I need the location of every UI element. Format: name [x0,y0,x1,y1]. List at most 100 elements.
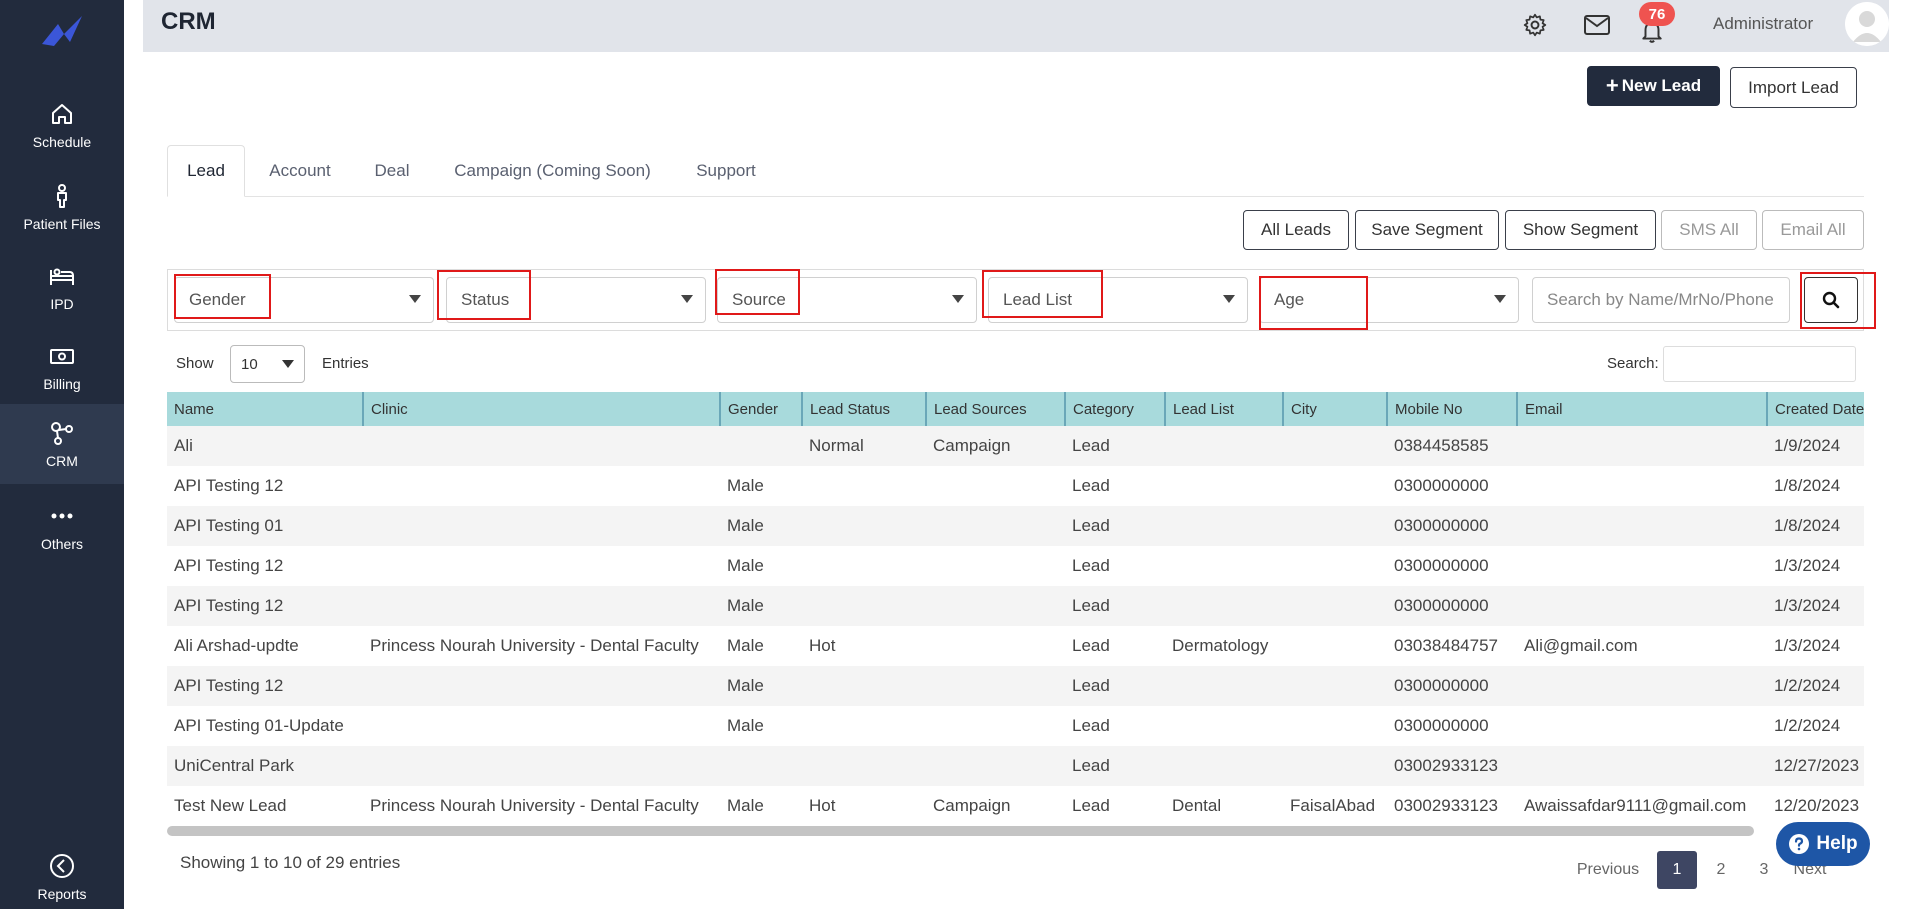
sidebar-item-patient-files[interactable]: Patient Files [0,168,124,246]
tab-deal[interactable]: Deal [357,145,427,197]
table-cell [1283,466,1387,506]
user-name[interactable]: Administrator [1713,14,1813,34]
table-cell: Lead [1072,796,1110,815]
column-header[interactable]: Lead Status [801,392,926,426]
pagination-page-3[interactable]: 3 [1748,851,1780,889]
table-cell: Princess Nourah University - Dental Facu… [370,796,699,815]
table-row[interactable]: Test New Lead Princess Nourah University … [167,786,1864,820]
page-scrollbar[interactable] [1889,0,1919,909]
table-cell [1165,506,1283,546]
table-row[interactable]: API Testing 01 Male Lead 0300000000 1/8/2024 [167,506,1864,546]
table-cell [720,746,802,786]
table-row[interactable]: Ali Normal Campaign Lead 0384458585 1/9/2024 [167,426,1864,466]
tab-campaign[interactable]: Campaign (Coming Soon) [440,145,665,197]
more-dots-icon [51,513,73,519]
gender-select[interactable]: Gender [174,277,434,323]
all-leads-button[interactable]: All Leads [1243,210,1349,250]
table-cell [363,426,720,466]
sms-all-button[interactable]: SMS All [1661,210,1757,250]
table-cell [926,466,1065,506]
tab-lead[interactable]: Lead [167,145,245,197]
table-row[interactable]: API Testing 12 Male Lead 0300000000 1/2/2024 [167,666,1864,706]
lead-list-select[interactable]: Lead List [988,277,1248,323]
table-cell: API Testing 12 [174,476,284,495]
table-cell: Male [727,796,764,815]
table-cell: Lead [1065,746,1165,786]
money-icon [50,349,74,364]
column-header[interactable]: Gender [719,392,802,426]
sidebar-item-label: IPD [50,296,74,312]
table-row[interactable]: API Testing 12 Male Lead 0300000000 1/8/2024 [167,466,1864,506]
age-select[interactable]: Age [1259,277,1519,323]
crm-icon [51,422,73,445]
horizontal-scrollbar[interactable] [167,826,1754,836]
sidebar-item-crm[interactable]: CRM [0,404,124,484]
avatar[interactable] [1845,2,1889,46]
leads-table: Name Clinic Gender Lead Status Lead Sources C… [167,392,1864,820]
table-cell [1517,506,1767,546]
top-header: CRM 76 Administrator [143,0,1889,52]
column-header[interactable]: Name [167,392,363,426]
table-cell [1165,466,1283,506]
status-select[interactable]: Status [446,277,706,323]
entries-select[interactable]: 10 [230,345,305,383]
help-button[interactable]: Help [1776,822,1870,866]
table-cell: Awaissafdar9111@gmail.com [1524,796,1747,815]
table-cell: Male [720,586,802,626]
table-row[interactable]: Ali Arshad-updte Princess Nourah Universi… [167,626,1864,666]
search-input[interactable]: Search by Name/MrNo/Phone [1532,277,1790,323]
column-header[interactable]: Mobile No [1386,392,1517,426]
table-cell: API Testing 01 [167,506,363,546]
table-cell: API Testing 12 [167,586,363,626]
table-row[interactable]: UniCentral Park Lead 03002933123 12/27/2023 [167,746,1864,786]
table-cell: Lead [1072,716,1110,735]
table-search-input[interactable] [1663,346,1856,382]
tab-support[interactable]: Support [680,145,772,197]
email-all-button[interactable]: Email All [1762,210,1864,250]
sidebar-item-ipd[interactable]: IPD [0,248,124,326]
plus-icon: + [1605,73,1619,98]
new-lead-button[interactable]: + New Lead [1587,66,1720,106]
table-cell [1517,666,1767,706]
table-cell [802,506,926,546]
table-row[interactable]: API Testing 12 Male Lead 0300000000 1/3/2024 [167,586,1864,626]
table-row[interactable]: API Testing 12 Male Lead 0300000000 1/3/2024 [167,546,1864,586]
column-header[interactable]: Category [1064,392,1165,426]
settings-button[interactable] [1520,10,1550,40]
table-cell: 0300000000 [1387,666,1517,706]
sidebar-item-billing[interactable]: Billing [0,328,124,406]
column-header[interactable]: Created Date [1766,392,1864,426]
import-lead-button[interactable]: Import Lead [1730,67,1857,108]
column-header[interactable]: City [1282,392,1387,426]
help-label: Help [1816,833,1858,854]
table-cell: 1/2/2024 [1767,666,1864,706]
column-header[interactable]: Email [1516,392,1767,426]
search-button[interactable] [1804,277,1858,323]
table-cell [1165,666,1283,706]
sidebar-item-reports[interactable]: Reports [0,845,124,909]
pagination-page-2[interactable]: 2 [1705,851,1737,889]
tab-account[interactable]: Account [255,145,345,197]
messages-button[interactable] [1582,10,1612,40]
table-cell: 1/3/2024 [1774,636,1841,655]
source-select[interactable]: Source [717,277,977,323]
show-segment-button[interactable]: Show Segment [1505,210,1656,250]
app-logo-icon[interactable] [38,12,86,52]
table-cell [926,626,1065,666]
sidebar-item-schedule[interactable]: Schedule [0,86,124,164]
sidebar: Schedule Patient Files IPD Billing CRM O… [0,0,124,909]
column-header[interactable]: Clinic [362,392,720,426]
table-cell [1165,586,1283,626]
caret-down-icon [952,295,964,303]
column-header[interactable]: Lead Sources [925,392,1065,426]
pagination-page-1[interactable]: 1 [1657,851,1697,889]
column-header[interactable]: Lead List [1164,392,1283,426]
table-cell [1165,426,1283,466]
table-cell: 03038484757 [1394,636,1499,655]
sidebar-item-others[interactable]: Others [0,488,124,566]
table-cell: 1/8/2024 [1767,506,1864,546]
table-row[interactable]: API Testing 01-Update Male Lead 0300000000 1… [167,706,1864,746]
entries-select-value: 10 [241,355,258,373]
save-segment-button[interactable]: Save Segment [1355,210,1499,250]
pagination-previous[interactable]: Previous [1573,851,1643,889]
